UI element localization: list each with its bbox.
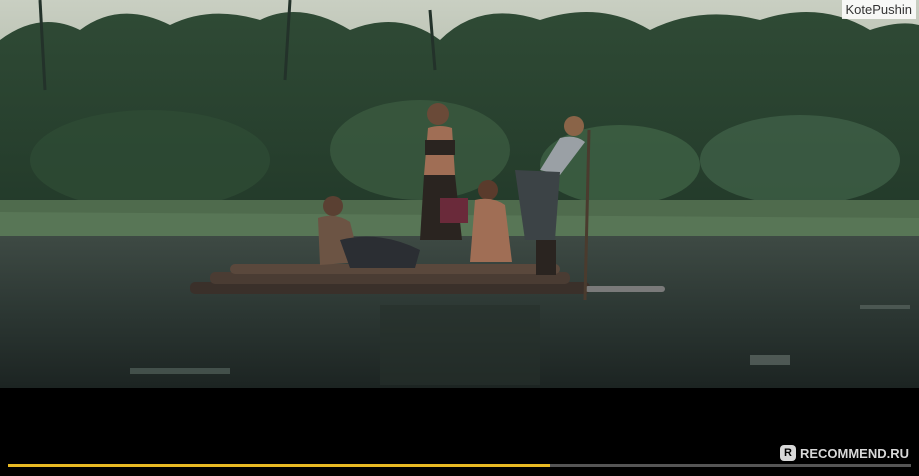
recommend-text: RECOMMEND.RU — [799, 445, 909, 461]
video-progress-bar[interactable] — [8, 464, 911, 467]
watermark-kotepushin: KotePushin — [841, 0, 916, 19]
r-logo-icon: R — [779, 445, 796, 461]
video-controls-bar — [0, 388, 919, 476]
scene-image — [0, 0, 919, 388]
video-progress-fill — [8, 464, 550, 467]
recommend-watermark: R RECOMMEND.RU — [779, 445, 909, 461]
video-frame: KotePushin — [0, 0, 919, 388]
